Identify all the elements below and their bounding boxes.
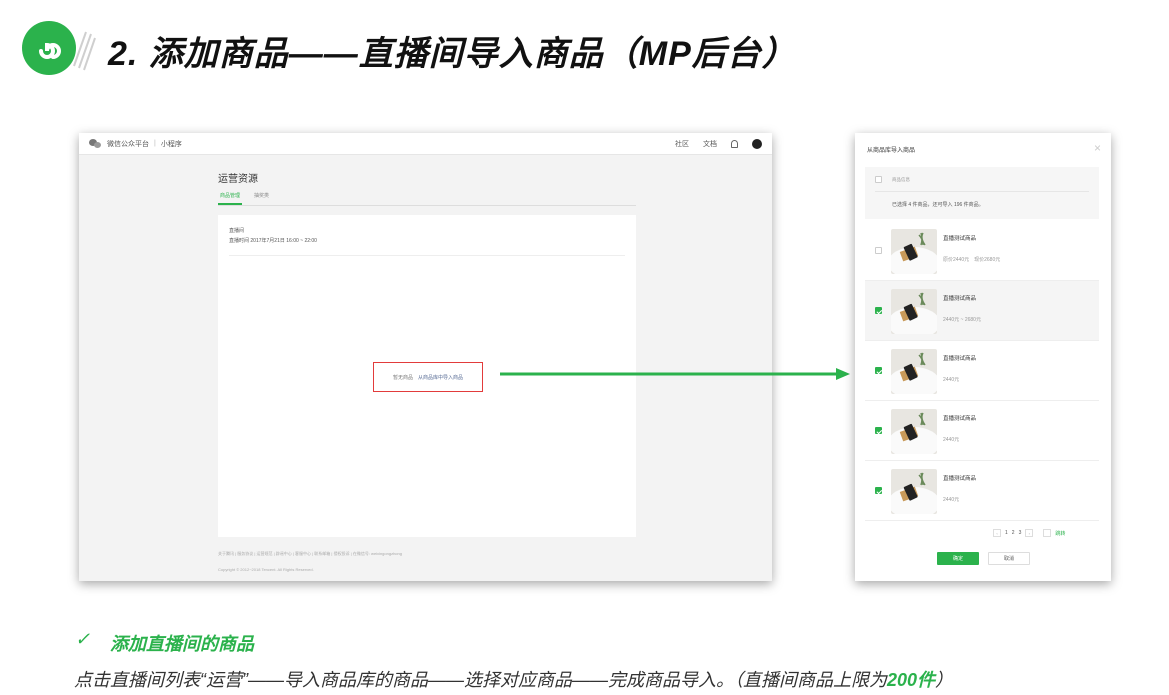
product-name: 直播测试商品 (943, 296, 977, 302)
top-nav: 社区 文档 (675, 138, 762, 149)
divider (875, 191, 1089, 192)
divider (229, 255, 625, 256)
mp-top-bar: 微信公众平台 | 小程序 社区 文档 (79, 133, 772, 155)
product-row[interactable]: 直播测试商品 2440元 ~ 2680元 (865, 281, 1099, 341)
product-thumbnail (891, 289, 937, 334)
page-number[interactable]: 3 (1019, 530, 1022, 536)
product-row[interactable]: 直播测试商品 2440元 (865, 461, 1099, 521)
product-limit: 200件 (886, 670, 936, 690)
product-price: 2440元 (943, 437, 960, 443)
modal-header: 商品信息 已选择 4 件商品，还可导入 196 件商品。 (865, 167, 1099, 219)
product-checkbox[interactable] (875, 307, 882, 314)
product-name: 直播测试商品 (943, 236, 977, 242)
product-checkbox[interactable] (875, 487, 882, 494)
slide: 2. 添加商品——直播间导入商品（MP后台） 微信公众平台 | 小程序 社区 文… (0, 0, 1169, 695)
tab-lottery[interactable]: 抽奖类 (254, 192, 269, 205)
confirm-button[interactable]: 确定 (937, 552, 979, 565)
product-price: 原价2440元 现价2680元 (943, 257, 1001, 263)
product-row[interactable]: 直播测试商品 2440元 (865, 341, 1099, 401)
check-icon: ✓ (75, 629, 91, 649)
brand-sub: 小程序 (160, 140, 182, 148)
product-checkbox[interactable] (875, 247, 882, 254)
product-thumbnail (891, 469, 937, 514)
description-text: 点击直播间列表“运营”——导入商品库的商品——选择对应商品——完成商品导入。（直… (74, 670, 887, 690)
cancel-button[interactable]: 取消 (988, 552, 1030, 565)
page-number[interactable]: 2 (1012, 530, 1015, 536)
next-page-icon[interactable]: › (1025, 529, 1034, 537)
slide-title: 2. 添加商品——直播间导入商品（MP后台） (108, 35, 797, 73)
resource-tabs: 商品管理 抽奖类 (218, 192, 636, 206)
prev-page-icon[interactable]: ‹ (993, 529, 1001, 537)
footer-links: 关于腾讯 | 服务协议 | 运营规范 | 辟谣中心 | 客服中心 | 联系邮箱 … (218, 551, 402, 556)
product-row[interactable]: 直播测试商品 2440元 (865, 401, 1099, 461)
selection-info: 已选择 4 件商品，还可导入 196 件商品。 (892, 202, 984, 208)
brand-separator: | (154, 140, 156, 147)
section-title: 运营资源 (218, 174, 258, 185)
arrow-right-icon (500, 368, 850, 380)
sub-heading: 添加直播间的商品 (110, 634, 254, 654)
tab-product-management[interactable]: 商品管理 (218, 192, 243, 205)
product-checkbox[interactable] (875, 367, 882, 374)
live-room-label: 直播间 (229, 228, 245, 234)
page-jump-button[interactable]: 跳转 (1055, 530, 1065, 537)
header-label: 商品信息 (892, 177, 910, 182)
product-name: 直播测试商品 (943, 476, 977, 482)
brand-name: 微信公众平台 (107, 140, 149, 148)
product-price: 2440元 (943, 497, 960, 503)
mini-program-logo-icon (22, 21, 76, 75)
import-products-link[interactable]: 从商品库中导入商品 (418, 374, 463, 381)
decorative-stripes-icon (73, 31, 96, 71)
live-room-time: 直播时间 2017年7月21日 16:00 ~ 22:00 (229, 238, 317, 244)
footer-copyright: Copyright © 2012~2018 Tencent. All Right… (218, 567, 314, 572)
page-number[interactable]: 1 (1005, 530, 1008, 536)
select-all-checkbox[interactable] (875, 176, 882, 183)
bell-icon[interactable] (731, 139, 738, 148)
pagination: ‹ 1 2 3 › 跳转 (993, 529, 1065, 537)
product-thumbnail (891, 349, 937, 394)
product-thumbnail (891, 229, 937, 274)
product-row[interactable]: 直播测试商品 原价2440元 现价2680元 (865, 221, 1099, 281)
product-thumbnail (891, 409, 937, 454)
product-price: 2440元 (943, 377, 960, 383)
empty-text: 暂无商品 (392, 374, 413, 381)
mp-backend-screenshot: 微信公众平台 | 小程序 社区 文档 运营资源 商品管理 抽奖类 直播间 直播时… (79, 133, 772, 581)
wechat-icon (89, 139, 101, 148)
product-checkbox[interactable] (875, 427, 882, 434)
description: 点击直播间列表“运营”——导入商品库的商品——选择对应商品——完成商品导入。（直… (74, 666, 953, 692)
product-price: 2440元 ~ 2680元 (943, 317, 981, 323)
page-jump-input[interactable] (1043, 529, 1052, 537)
close-icon[interactable]: × (1094, 141, 1101, 155)
empty-products-highlight: 暂无商品 从商品库中导入商品 (373, 362, 483, 392)
nav-docs[interactable]: 文档 (703, 139, 717, 149)
nav-community[interactable]: 社区 (675, 139, 689, 149)
description-end: ） (935, 670, 954, 690)
modal-title: 从商品库导入商品 (867, 148, 916, 154)
product-name: 直播测试商品 (943, 356, 977, 362)
import-products-modal: 从商品库导入商品 × 商品信息 已选择 4 件商品，还可导入 196 件商品。 … (855, 133, 1111, 581)
product-name: 直播测试商品 (943, 416, 977, 422)
avatar[interactable] (752, 138, 762, 149)
